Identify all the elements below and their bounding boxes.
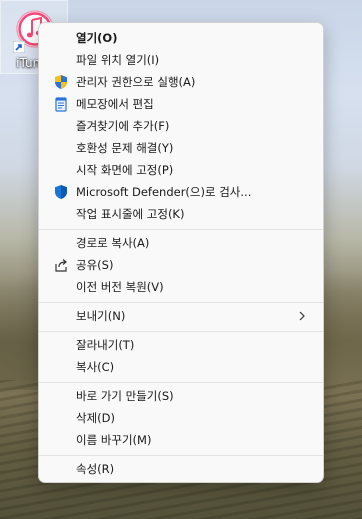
menu-item-label: 메모장에서 편집	[76, 97, 154, 111]
uac-shield-icon	[55, 75, 67, 89]
menu-item-create-shortcut[interactable]: 바로 가기 만들기(S)	[43, 385, 319, 407]
menu-separator	[39, 302, 323, 303]
shortcut-arrow-icon	[13, 41, 25, 53]
menu-item-label: 시작 화면에 고정(P)	[76, 163, 174, 177]
notepad-icon	[55, 97, 67, 112]
menu-item-label: 바로 가기 만들기(S)	[76, 389, 174, 403]
menu-item-copy-as-path[interactable]: 경로로 복사(A)	[43, 232, 319, 254]
menu-item-edit-in-notepad[interactable]: 메모장에서 편집	[43, 93, 319, 115]
menu-item-open-file-location[interactable]: 파일 위치 열기(I)	[43, 49, 319, 71]
menu-item-properties[interactable]: 속성(R)	[43, 458, 319, 480]
menu-item-label: 열기(O)	[76, 31, 118, 45]
menu-item-restore-previous-versions[interactable]: 이전 버전 복원(V)	[43, 276, 319, 298]
menu-item-label: 즐겨찾기에 추가(F)	[76, 119, 170, 133]
menu-item-copy[interactable]: 복사(C)	[43, 356, 319, 378]
menu-item-label: 관리자 권한으로 실행(A)	[76, 75, 196, 89]
menu-item-label: 이전 버전 복원(V)	[76, 280, 164, 294]
menu-item-label: 잘라내기(T)	[76, 338, 135, 352]
menu-item-label: 공유(S)	[76, 258, 114, 272]
menu-item-label: Microsoft Defender(으)로 검사...	[76, 185, 252, 199]
menu-separator	[39, 331, 323, 332]
menu-item-send-to[interactable]: 보내기(N)	[43, 305, 319, 327]
menu-item-cut[interactable]: 잘라내기(T)	[43, 334, 319, 356]
menu-item-add-to-favorites[interactable]: 즐겨찾기에 추가(F)	[43, 115, 319, 137]
menu-separator	[39, 229, 323, 230]
menu-item-pin-to-taskbar[interactable]: 작업 표시줄에 고정(K)	[43, 203, 319, 225]
menu-item-label: 보내기(N)	[76, 309, 126, 323]
menu-item-open[interactable]: 열기(O)	[43, 27, 319, 49]
menu-item-label: 파일 위치 열기(I)	[76, 53, 160, 67]
menu-item-label: 경로로 복사(A)	[76, 236, 150, 250]
menu-item-label: 이름 바꾸기(M)	[76, 433, 152, 447]
menu-item-pin-to-start[interactable]: 시작 화면에 고정(P)	[43, 159, 319, 181]
context-menu: 열기(O) 파일 위치 열기(I) 관리자 권한으로 실행(A) 메모장에서 편…	[38, 22, 324, 483]
menu-item-label: 호환성 문제 해결(Y)	[76, 141, 174, 155]
menu-separator	[39, 382, 323, 383]
menu-item-rename[interactable]: 이름 바꾸기(M)	[43, 429, 319, 451]
menu-item-label: 속성(R)	[76, 462, 115, 476]
menu-separator	[39, 455, 323, 456]
menu-item-scan-with-defender[interactable]: Microsoft Defender(으)로 검사...	[43, 181, 319, 203]
menu-item-label: 삭제(D)	[76, 411, 115, 425]
chevron-right-icon	[299, 311, 305, 321]
defender-shield-icon	[55, 185, 67, 199]
share-icon	[55, 259, 67, 272]
menu-item-label: 작업 표시줄에 고정(K)	[76, 207, 185, 221]
menu-item-share[interactable]: 공유(S)	[43, 254, 319, 276]
menu-item-label: 복사(C)	[76, 360, 115, 374]
menu-item-troubleshoot-compatibility[interactable]: 호환성 문제 해결(Y)	[43, 137, 319, 159]
menu-item-delete[interactable]: 삭제(D)	[43, 407, 319, 429]
menu-item-run-as-admin[interactable]: 관리자 권한으로 실행(A)	[43, 71, 319, 93]
